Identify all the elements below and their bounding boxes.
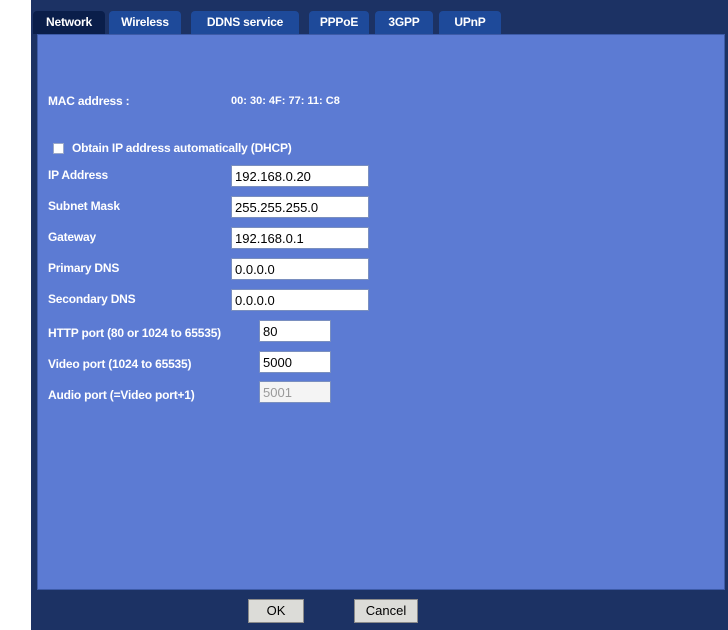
network-settings-panel [37,34,725,590]
mac-address-value: 00: 30: 4F: 77: 11: C8 [231,95,340,107]
audio-port-input [259,381,331,403]
secondary-dns-input[interactable] [231,289,369,311]
audio-port-label: Audio port (=Video port+1) [48,388,195,402]
dhcp-checkbox[interactable] [53,143,64,154]
ip-address-input[interactable] [231,165,369,187]
gateway-label: Gateway [48,230,96,244]
cancel-button[interactable]: Cancel [354,599,418,623]
http-port-label: HTTP port (80 or 1024 to 65535) [48,326,221,340]
primary-dns-label: Primary DNS [48,261,120,275]
http-port-input[interactable] [259,320,331,342]
primary-dns-input[interactable] [231,258,369,280]
tab-wireless[interactable]: Wireless [109,11,181,34]
tab-upnp[interactable]: UPnP [439,11,501,34]
tab-bar: Network Wireless DDNS service PPPoE 3GPP… [31,11,501,34]
subnet-mask-label: Subnet Mask [48,199,120,213]
dhcp-label: Obtain IP address automatically (DHCP) [72,141,292,155]
secondary-dns-label: Secondary DNS [48,292,136,306]
tab-3gpp[interactable]: 3GPP [375,11,433,34]
video-port-label: Video port (1024 to 65535) [48,357,192,371]
video-port-input[interactable] [259,351,331,373]
tab-pppoe[interactable]: PPPoE [309,11,369,34]
mac-address-label: MAC address : [48,94,130,108]
subnet-mask-input[interactable] [231,196,369,218]
tab-network[interactable]: Network [33,11,105,34]
gateway-input[interactable] [231,227,369,249]
ip-address-label: IP Address [48,168,109,182]
ok-button[interactable]: OK [248,599,304,623]
tab-ddns-service[interactable]: DDNS service [191,11,299,34]
